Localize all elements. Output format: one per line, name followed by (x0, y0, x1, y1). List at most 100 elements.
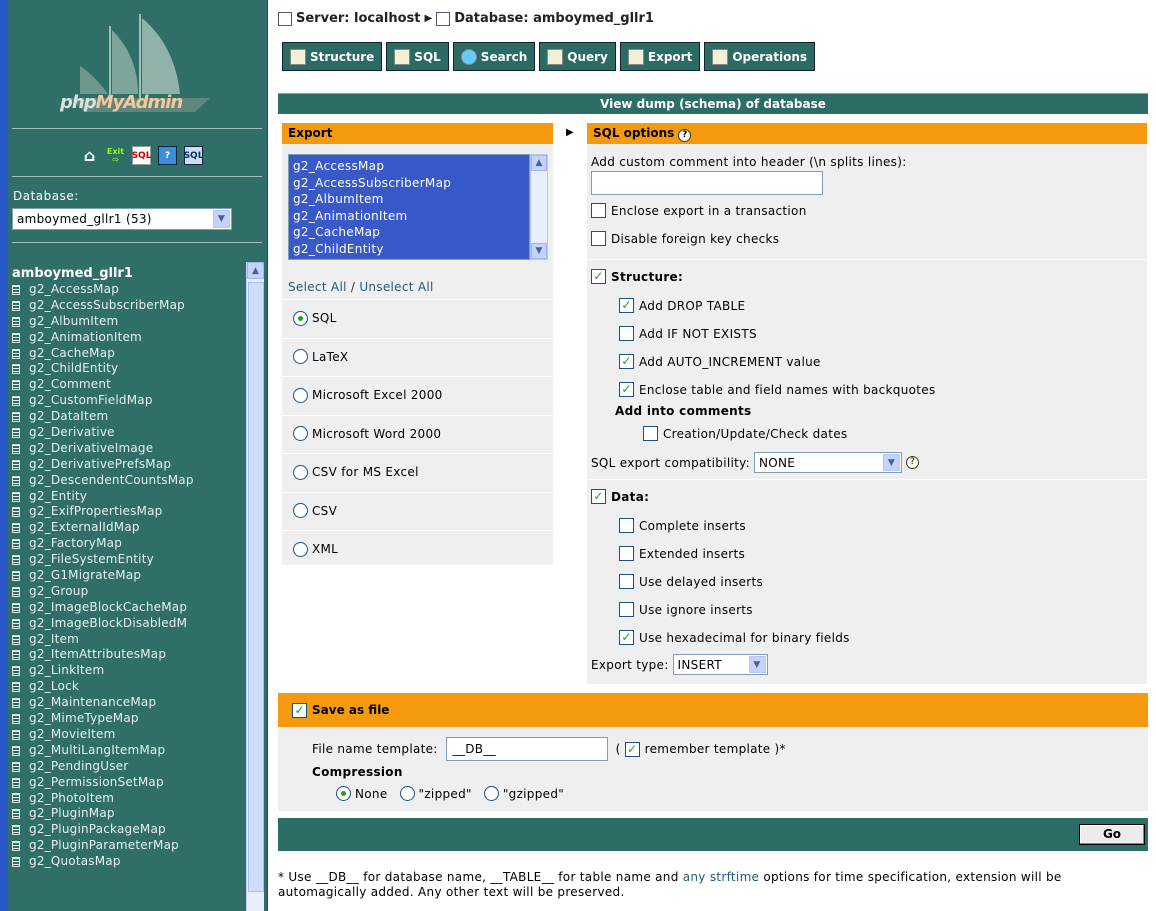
export-list-item[interactable]: g2_ChildEntity (293, 240, 525, 257)
unselect-all-link[interactable]: Unselect All (359, 280, 433, 294)
table-icon[interactable] (12, 745, 20, 756)
tree-table-item[interactable]: g2_DerivativeImage (12, 441, 246, 457)
sql-window-icon[interactable]: SQL (132, 146, 151, 165)
table-icon[interactable] (12, 761, 20, 772)
tree-table-item[interactable]: g2_MaintenanceMap (12, 695, 246, 711)
sidebar-scrollbar[interactable]: ▲ (246, 262, 264, 911)
tab-sql[interactable]: SQL (386, 42, 449, 71)
chevron-down-icon[interactable]: ▼ (882, 454, 900, 471)
ignore-inserts-option[interactable]: Use ignore inserts (619, 602, 753, 617)
tree-table-item[interactable]: g2_MovieItem (12, 727, 246, 743)
tab-operations[interactable]: Operations (704, 42, 816, 71)
breadcrumb-database[interactable]: Database: amboymed_gllr1 (454, 11, 654, 26)
structure-checkbox[interactable]: ✓ (591, 269, 606, 284)
tree-table-item[interactable]: g2_AccessMap (12, 282, 246, 298)
tree-table-item[interactable]: g2_Derivative (12, 425, 246, 441)
format-radio[interactable] (293, 541, 308, 557)
tree-table-item[interactable]: g2_Entity (12, 489, 246, 505)
exit-icon[interactable]: Exit ⇨ (106, 146, 125, 165)
format-option[interactable]: CSV for MS Excel (282, 453, 553, 490)
format-option[interactable]: CSV (282, 491, 553, 529)
tab-query[interactable]: Query (539, 42, 616, 71)
extended-inserts-checkbox[interactable] (619, 546, 634, 561)
format-option[interactable]: LaTeX (282, 337, 553, 375)
tree-table-item[interactable]: g2_PluginParameterMap (12, 838, 246, 854)
extended-inserts-option[interactable]: Extended inserts (619, 546, 745, 561)
export-list-item[interactable]: g2_AccessMap (293, 158, 525, 175)
format-radio[interactable] (293, 310, 308, 326)
save-heading[interactable]: ✓ Save as file (278, 693, 1148, 727)
format-option[interactable]: Microsoft Excel 2000 (282, 376, 553, 413)
if-not-exists-option[interactable]: Add IF NOT EXISTS (619, 326, 757, 341)
format-radio[interactable] (293, 387, 308, 403)
export-list-item[interactable]: g2_CacheMap (293, 224, 525, 241)
if-not-exists-checkbox[interactable] (619, 326, 634, 341)
compat-select[interactable]: NONE ▼ (753, 452, 902, 473)
drop-table-option[interactable]: ✓ Add DROP TABLE (619, 298, 745, 313)
table-icon[interactable] (12, 300, 20, 311)
tree-table-item[interactable]: g2_DerivativePrefsMap (12, 457, 246, 473)
table-icon[interactable] (12, 698, 20, 709)
table-icon[interactable] (12, 348, 20, 359)
table-icon[interactable] (12, 284, 20, 295)
auto-increment-option[interactable]: ✓ Add AUTO_INCREMENT value (619, 354, 821, 369)
export-list-item[interactable]: g2_AccessSubscriberMap (293, 174, 525, 191)
table-icon[interactable] (12, 412, 20, 423)
complete-inserts-checkbox[interactable] (619, 518, 634, 533)
dates-option[interactable]: Creation/Update/Check dates (643, 426, 847, 441)
table-icon[interactable] (12, 332, 20, 343)
table-icon[interactable] (12, 666, 20, 677)
tree-table-item[interactable]: g2_DataItem (12, 409, 246, 425)
table-icon[interactable] (12, 396, 20, 407)
export-table-list[interactable]: g2_AccessMap g2_AccessSubscriberMap g2_Alb… (288, 154, 530, 260)
tree-table-item[interactable]: g2_ExternalIdMap (12, 520, 246, 536)
format-radio[interactable] (293, 349, 308, 364)
comment-input[interactable] (591, 171, 823, 195)
scroll-thumb[interactable] (248, 282, 264, 892)
tree-table-item[interactable]: g2_MultiLangItemMap (12, 743, 246, 759)
scroll-up-icon[interactable]: ▲ (247, 262, 264, 279)
tab-structure[interactable]: Structure (282, 42, 383, 71)
table-icon[interactable] (12, 841, 20, 852)
tree-table-item[interactable]: g2_Lock (12, 679, 246, 695)
table-icon[interactable] (12, 793, 20, 804)
structure-option[interactable]: ✓ Structure: (591, 269, 683, 284)
table-icon[interactable] (12, 618, 20, 629)
delayed-inserts-checkbox[interactable] (619, 574, 634, 589)
tree-table-item[interactable]: g2_AnimationItem (12, 330, 246, 346)
table-icon[interactable] (12, 857, 20, 867)
table-icon[interactable] (12, 650, 20, 661)
table-icon[interactable] (12, 809, 20, 820)
tree-table-item[interactable]: g2_CustomFieldMap (12, 393, 246, 409)
remember-template-checkbox[interactable]: ✓ (624, 741, 640, 757)
tree-table-item[interactable]: g2_FactoryMap (12, 536, 246, 552)
table-icon[interactable] (12, 729, 20, 740)
database-select[interactable]: amboymed_gllr1 (53) ▼ (12, 208, 232, 230)
table-icon[interactable] (12, 586, 20, 597)
tree-table-item[interactable]: g2_ImageBlockCacheMap (12, 600, 246, 616)
table-icon[interactable] (12, 443, 20, 454)
backquotes-option[interactable]: ✓ Enclose table and field names with back… (619, 382, 936, 397)
table-icon[interactable] (12, 427, 20, 438)
chevron-down-icon[interactable]: ▼ (748, 656, 766, 673)
tree-table-item[interactable]: g2_Comment (12, 377, 246, 393)
tree-table-item[interactable]: g2_PhotoItem (12, 791, 246, 807)
dates-checkbox[interactable] (643, 426, 658, 441)
help-icon[interactable]: ? (678, 129, 692, 142)
format-radio[interactable] (293, 426, 308, 441)
compression-radio[interactable] (483, 786, 499, 801)
tree-table-item[interactable]: g2_AccessSubscriberMap (12, 298, 246, 314)
tab-search[interactable]: Search (452, 42, 536, 71)
help-icon[interactable]: ? (158, 146, 177, 165)
tree-table-item[interactable]: g2_PermissionSetMap (12, 775, 246, 791)
foreign-keys-option[interactable]: Disable foreign key checks (591, 231, 779, 246)
table-icon[interactable] (12, 316, 20, 327)
sql-docs-icon[interactable]: SQL (184, 146, 203, 165)
tree-database-title[interactable]: amboymed_gllr1 (12, 265, 246, 282)
tree-table-item[interactable]: g2_CacheMap (12, 346, 246, 362)
tree-table-item[interactable]: g2_PluginMap (12, 806, 246, 822)
table-icon[interactable] (12, 459, 20, 470)
table-icon[interactable] (12, 523, 20, 534)
go-button[interactable]: Go (1079, 824, 1145, 845)
export-list-scrollbar[interactable]: ▲ ▼ (530, 154, 548, 260)
